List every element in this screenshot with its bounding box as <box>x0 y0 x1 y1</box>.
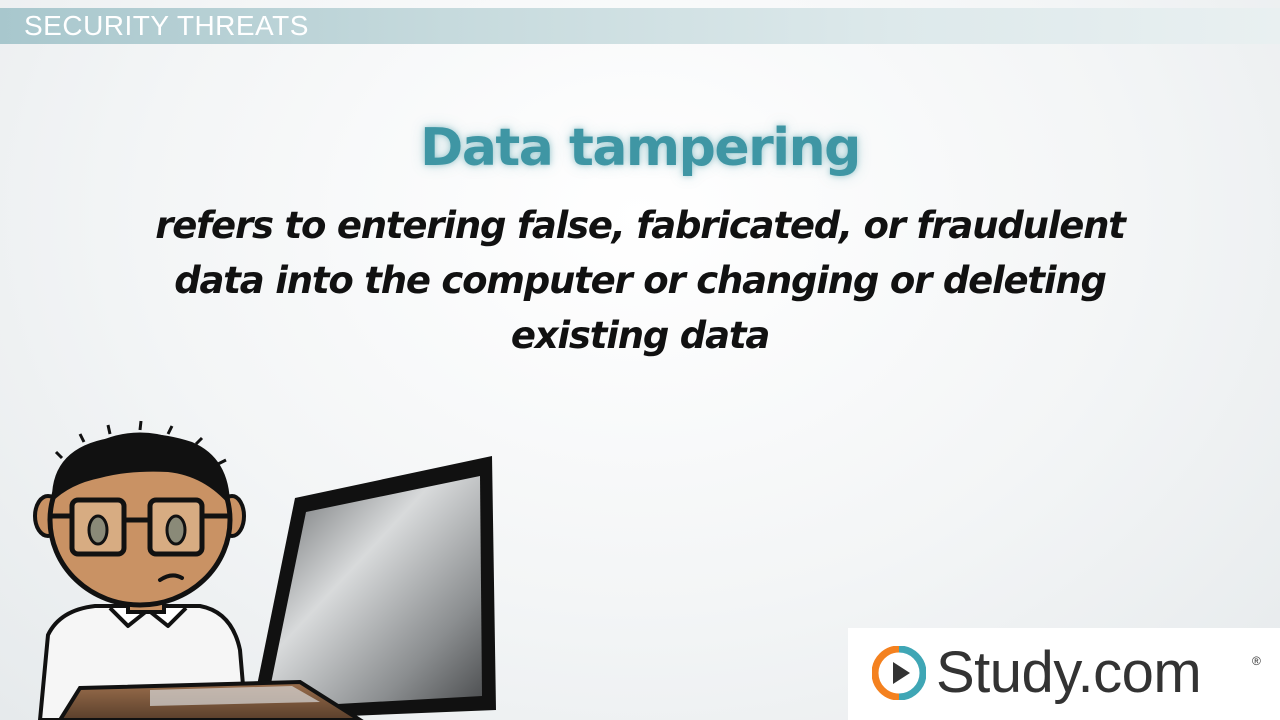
person-at-laptop-icon <box>33 420 496 720</box>
definition-text: refers to entering false, fabricated, or… <box>155 204 1126 357</box>
study-com-logo: Study.com ® <box>848 628 1280 720</box>
section-title: SECURITY THREATS <box>24 10 309 41</box>
term-heading: Data tampering <box>420 118 861 178</box>
header-bar: SECURITY THREATS <box>0 8 1280 44</box>
play-circle-icon <box>872 646 926 700</box>
logo-wordmark: Study.com <box>936 640 1202 705</box>
registered-mark: ® <box>1252 654 1261 668</box>
